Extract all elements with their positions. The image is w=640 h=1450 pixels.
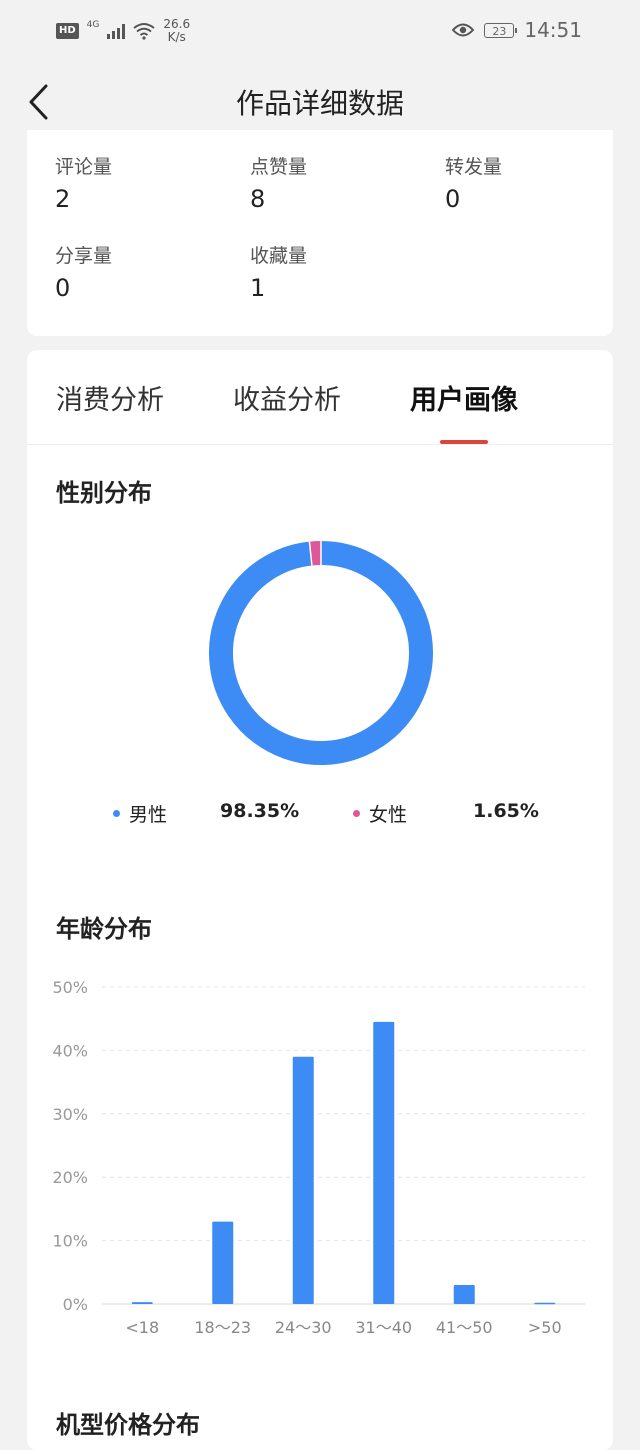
y-tick-label: 0% (63, 1295, 88, 1314)
signal-icon (107, 23, 126, 39)
x-tick-label: >50 (528, 1318, 562, 1337)
stat-label: 转发量 (445, 156, 503, 178)
age-bar (212, 1221, 234, 1304)
age-bar (292, 1056, 314, 1304)
stat-label: 分享量 (55, 245, 113, 267)
age-bar (453, 1284, 475, 1304)
stat-shares: 分享量 0 (55, 241, 112, 302)
y-tick-label: 20% (52, 1168, 88, 1187)
stat-comments: 评论量 2 (55, 152, 112, 213)
x-tick-label: 18～23 (194, 1318, 251, 1337)
stat-label: 收藏量 (250, 245, 308, 267)
x-tick-label: <18 (125, 1318, 159, 1337)
stats-card: 评论量 2 点赞量 8 转发量 0 分享量 0 收藏量 1 (27, 130, 613, 336)
y-tick-label: 40% (52, 1041, 88, 1060)
stat-value: 0 (445, 185, 461, 213)
stat-likes: 点赞量 8 (250, 152, 307, 213)
age-bar (131, 1302, 153, 1304)
x-tick-label: 41～50 (436, 1318, 493, 1337)
hd-badge: HD (56, 23, 79, 39)
stat-value: 1 (250, 274, 266, 302)
status-bar: HD 4G 26.6 K/s 23 14:51 (0, 0, 640, 62)
stat-label: 点赞量 (250, 156, 308, 178)
y-tick-label: 10% (52, 1232, 88, 1251)
stat-reposts: 转发量 0 (445, 152, 502, 213)
y-tick-label: 50% (52, 978, 88, 997)
stat-value: 0 (55, 274, 71, 302)
status-right: 23 14:51 (452, 18, 582, 42)
wifi-icon (133, 23, 155, 40)
stat-value: 2 (55, 185, 71, 213)
age-bar (534, 1302, 556, 1305)
device-price-section-title: 机型价格分布 (56, 1411, 200, 1439)
stat-value: 8 (250, 185, 266, 213)
analysis-card: 消费分析 收益分析 用户画像 性别分布 男性 98.35% 女性 1.65% 年… (27, 350, 613, 1450)
speed-unit: K/s (167, 30, 186, 44)
battery-icon: 23 (484, 22, 518, 38)
x-tick-label: 24～30 (275, 1318, 332, 1337)
clock: 14:51 (524, 18, 582, 42)
eye-icon (452, 23, 475, 37)
stat-label: 评论量 (55, 156, 113, 178)
network-type: 4G (86, 20, 100, 30)
page-title: 作品详细数据 (235, 87, 404, 120)
age-bar (373, 1021, 395, 1304)
stat-favorites: 收藏量 1 (250, 241, 307, 302)
y-tick-label: 30% (52, 1105, 88, 1124)
x-tick-label: 31～40 (355, 1318, 412, 1337)
age-bar-chart: 0% 10% 20% 30% 40% 50% <18 18～23 24～30 31～40 41～50… (52, 978, 585, 1337)
status-left: HD 4G 26.6 K/s (56, 18, 190, 44)
speed-value: 26.6 (163, 17, 191, 31)
network-speed: 26.6 K/s (163, 18, 190, 44)
